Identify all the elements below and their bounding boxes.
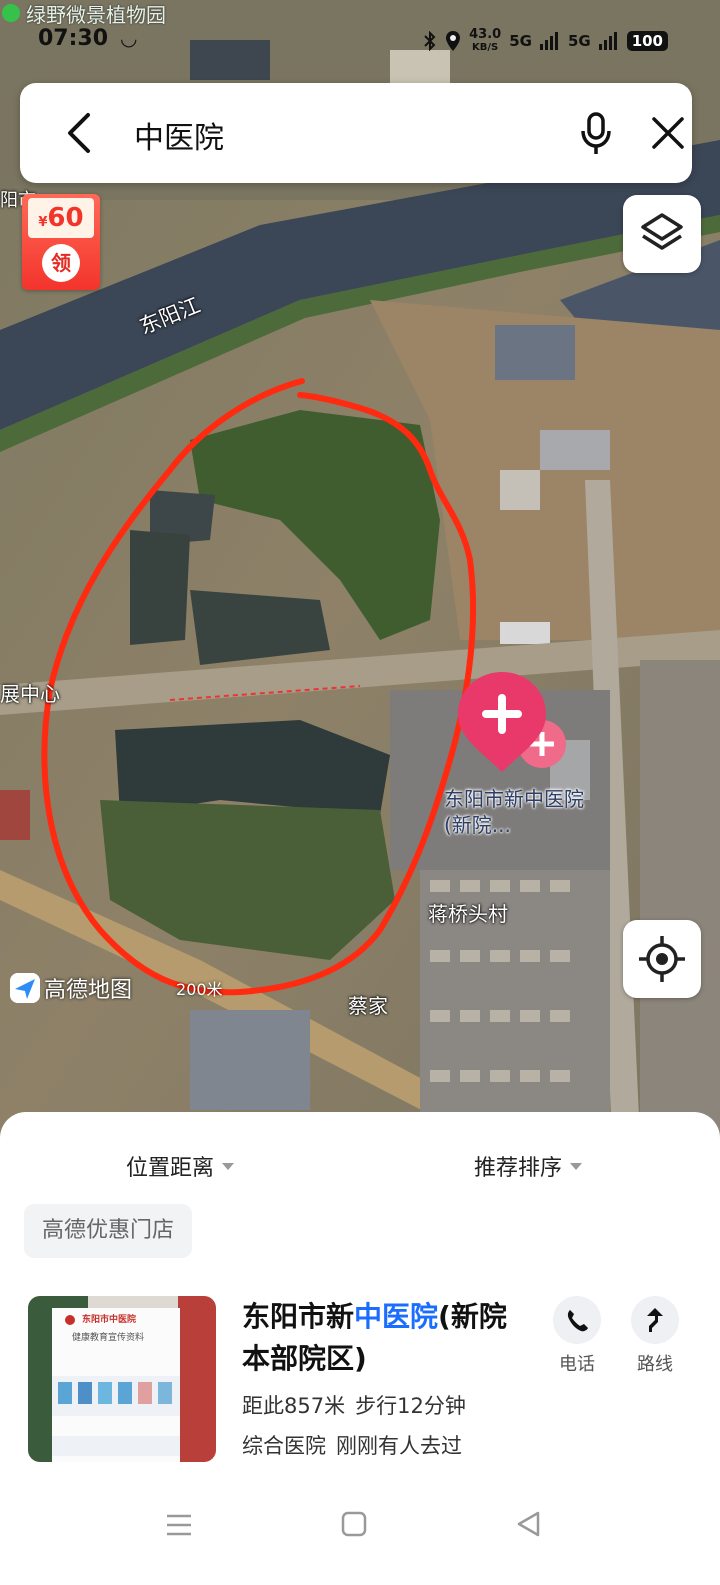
signal-sim2-icon: 5G [567,32,591,50]
close-icon[interactable] [648,113,688,153]
result-tags: 综合医院 刚刚有人去过 [242,1430,462,1460]
result-thumbnail[interactable]: 东阳市中医院 健康教育宣传资料 [28,1296,216,1462]
result-distance: 距此857米 步行12分钟 [242,1394,466,1418]
net-speed: 43.0 KB/S [469,27,502,53]
coupon-badge[interactable]: ¥60 领 [22,194,100,290]
poi-name-label[interactable]: 东阳市新中医院(新院... [444,786,594,838]
status-bar: 07:30 ◡ 43.0 KB/S 5G 5G 100 [0,24,720,58]
microphone-icon[interactable] [578,111,614,157]
clock: 07:30 [38,26,109,51]
route-icon [631,1296,679,1344]
thumb-caption: 东阳市中医院 [82,1315,137,1325]
signal-bars-icon [598,32,617,50]
locate-icon [639,936,685,982]
thumb-subcaption: 健康教育宣传资料 [72,1333,145,1343]
chevron-down-icon [222,1162,235,1170]
hospital-pin-icon[interactable] [456,672,576,782]
app-notification-icon [2,4,20,22]
route-label: 路线 [637,1354,673,1375]
battery-indicator: 100 [626,31,668,51]
category-tag: 综合医院 [242,1434,326,1458]
sort-filter-label: 推荐排序 [474,1156,563,1181]
chevron-down-icon [570,1162,583,1170]
signal-bars-icon [539,32,558,50]
home-icon[interactable] [340,1510,368,1538]
system-nav-bar [0,1490,720,1585]
location-icon [446,31,461,51]
search-query[interactable]: 中医院 [134,113,224,157]
route-button[interactable]: 路线 [630,1296,680,1376]
distance-filter-label: 位置距离 [126,1156,215,1181]
status-icons: 43.0 KB/S 5G 5G 100 [423,28,668,54]
bluetooth-icon [424,31,436,51]
brand-name: 高德地图 [44,978,133,1003]
map-brand: 高德地图 200米 [10,972,223,1004]
map-scale: 200米 [176,980,223,999]
alarm-icon: ◡ [120,26,138,50]
activity-tag: 刚刚有人去过 [336,1434,462,1458]
amap-logo-icon [10,973,40,1003]
title-highlight: 中医院 [354,1300,439,1333]
promo-stores-chip[interactable]: 高德优惠门店 [24,1204,193,1258]
layers-icon [641,213,683,250]
village-label: 蒋桥头村 [428,902,508,926]
sort-filter[interactable]: 推荐排序 [474,1150,583,1182]
distance-filter[interactable]: 位置距离 [126,1150,235,1182]
layers-button[interactable] [623,195,701,273]
coupon-amount: ¥60 [28,198,94,238]
back-nav-icon[interactable] [514,1510,542,1538]
locate-button[interactable] [623,920,701,998]
signal-sim1-icon: 5G [509,32,532,50]
call-label: 电话 [559,1354,595,1375]
call-button[interactable]: 电话 [552,1296,602,1376]
phone-icon [553,1296,601,1344]
village-label: 蔡家 [348,994,388,1018]
back-icon[interactable] [60,109,96,157]
district-label: 展中心 [0,682,60,706]
result-title[interactable]: 东阳市新中医院(新院本部院区) [242,1296,532,1380]
menu-icon[interactable] [164,1512,194,1538]
search-bar[interactable]: 中医院 [20,83,692,183]
result-card[interactable]: 东阳市中医院 健康教育宣传资料 东阳市新中医院(新院本部院区) 距此857米 步行… [28,1296,698,1468]
coupon-claim-label: 领 [42,244,80,282]
notification-banner: 绿野微景植物园 [0,0,166,27]
